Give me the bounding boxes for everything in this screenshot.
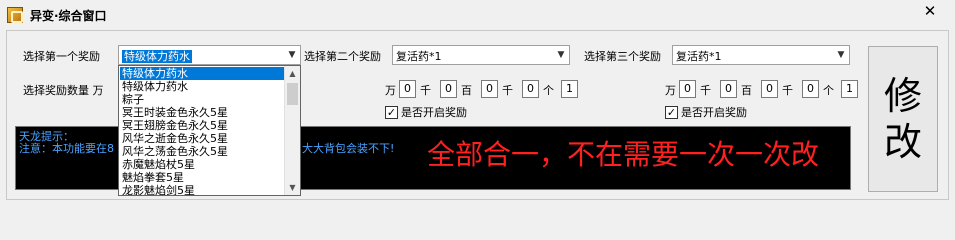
reward2-enable-label: 是否开启奖励 <box>401 106 467 119</box>
unit-qian: 千 <box>420 84 431 97</box>
chevron-down-icon[interactable]: ▼ <box>285 180 300 195</box>
reward1-dropdown-list[interactable]: 特级体力药水 特级体力药水 粽子 冥王时装金色永久5星 冥王翅膀金色永久5星 风… <box>118 65 301 196</box>
reward2-enable-checkbox[interactable]: ✓ 是否开启奖励 <box>385 104 467 120</box>
title-bar: 异变·综合窗口 ✕ <box>0 0 955 30</box>
list-item[interactable]: 冥王时装金色永久5星 <box>120 106 285 119</box>
qty3-qian2-input[interactable]: 0 <box>802 80 819 98</box>
unit-qian: 千 <box>700 84 711 97</box>
scrollbar-thumb[interactable] <box>287 83 298 105</box>
dropdown-scrollbar[interactable]: ▲ ▼ <box>284 66 300 195</box>
unit-bai: 百 <box>741 84 752 97</box>
list-item[interactable]: 冥王翅膀金色永久5星 <box>120 119 285 132</box>
reward2-label: 选择第二个奖励 <box>304 50 381 63</box>
reward3-enable-label: 是否开启奖励 <box>681 106 747 119</box>
qty2-bai-input[interactable]: 0 <box>481 80 498 98</box>
qty2-qian2-input[interactable]: 0 <box>522 80 539 98</box>
reward3-label: 选择第三个奖励 <box>584 50 661 63</box>
checkmark-icon: ✓ <box>665 105 678 119</box>
reward3-select[interactable]: 复活药*1 ▼ <box>672 45 850 65</box>
unit-ge: 个 <box>823 84 834 97</box>
list-item[interactable]: 赤魔魅焰杖5星 <box>120 158 285 171</box>
reward2-value: 复活药*1 <box>396 50 442 63</box>
console-line-2-tail: 大大背包会装不下! <box>302 142 395 155</box>
unit-wan: 万 <box>385 84 396 97</box>
list-item[interactable]: 魅焰拳套5星 <box>120 171 285 184</box>
close-button[interactable]: ✕ <box>909 0 951 21</box>
unit-qian: 千 <box>782 84 793 97</box>
list-item[interactable]: 风华之逝金色永久5星 <box>120 132 285 145</box>
checkmark-icon: ✓ <box>385 105 398 119</box>
reward-count-label: 选择奖励数量 万 <box>23 84 104 97</box>
reward1-label: 选择第一个奖励 <box>23 50 100 63</box>
qty2-wan-input[interactable]: 0 <box>399 80 416 98</box>
reward1-select[interactable]: 特级体力药水 ▼ <box>118 45 301 65</box>
list-item[interactable]: 风华之荡金色永久5星 <box>120 145 285 158</box>
unit-qian: 千 <box>502 84 513 97</box>
qty3-wan-input[interactable]: 0 <box>679 80 696 98</box>
chevron-down-icon[interactable]: ▼ <box>833 46 849 64</box>
app-icon <box>7 7 23 23</box>
reward3-value: 复活药*1 <box>676 50 722 63</box>
console-line-2: 注意：本功能要在8 <box>19 142 114 155</box>
qty2-ge-input[interactable]: 1 <box>561 80 578 98</box>
modify-button[interactable]: 修 改 <box>868 46 938 192</box>
chevron-up-icon[interactable]: ▲ <box>285 66 300 81</box>
unit-ge: 个 <box>543 84 554 97</box>
chevron-down-icon[interactable]: ▼ <box>284 46 300 64</box>
window-title: 异变·综合窗口 <box>30 9 107 23</box>
chevron-down-icon[interactable]: ▼ <box>553 46 569 64</box>
list-item[interactable]: 特级体力药水 <box>120 67 285 80</box>
reward3-enable-checkbox[interactable]: ✓ 是否开启奖励 <box>665 104 747 120</box>
reward2-select[interactable]: 复活药*1 ▼ <box>392 45 570 65</box>
qty3-ge-input[interactable]: 1 <box>841 80 858 98</box>
unit-wan: 万 <box>665 84 676 97</box>
qty3-qian-input[interactable]: 0 <box>720 80 737 98</box>
list-item[interactable]: 特级体力药水 <box>120 80 285 93</box>
reward1-value: 特级体力药水 <box>122 50 192 63</box>
qty3-bai-input[interactable]: 0 <box>761 80 778 98</box>
unit-bai: 百 <box>461 84 472 97</box>
modify-button-char-2: 改 <box>883 120 922 164</box>
list-item[interactable]: 龙影魅焰剑5星 <box>120 184 285 195</box>
modify-button-char-1: 修 <box>883 74 922 118</box>
console-headline: 全部合一，不在需要一次一次改 <box>427 138 820 171</box>
qty2-qian-input[interactable]: 0 <box>440 80 457 98</box>
list-item[interactable]: 粽子 <box>120 93 285 106</box>
